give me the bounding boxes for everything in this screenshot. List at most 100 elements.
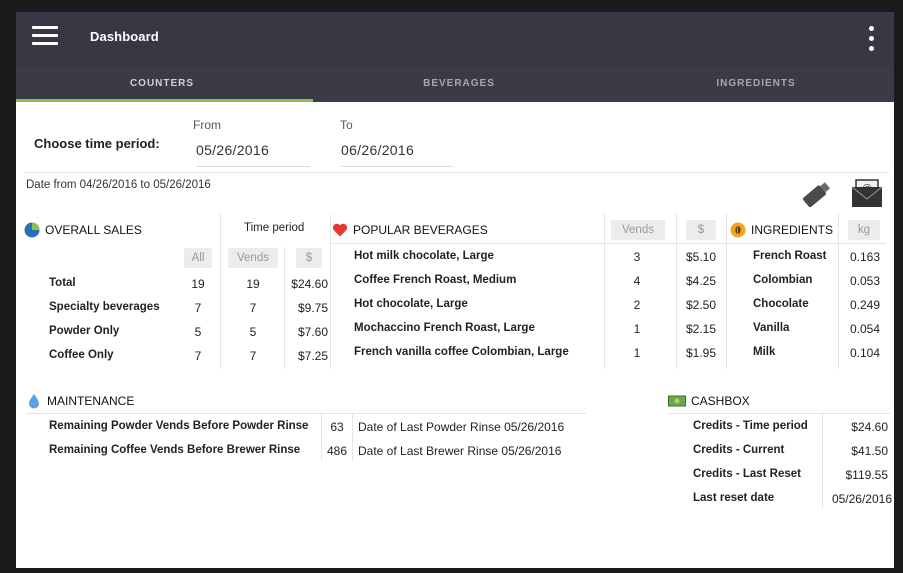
beverage-name: Hot chocolate, Large [354, 298, 468, 310]
tab-bar: COUNTERS BEVERAGES INGREDIENTS [16, 66, 894, 102]
cashbox-label: Credits - Current [693, 444, 785, 456]
ingredient-kg: 0.054 [849, 322, 880, 336]
to-label: To [340, 118, 353, 132]
to-date-field[interactable]: 06/26/2016 [341, 142, 453, 167]
svg-text:@: @ [863, 183, 872, 193]
maintenance-date: Date of Last Powder Rinse 05/26/2016 [358, 420, 565, 434]
maintenance-title: MAINTENANCE [47, 394, 135, 408]
ingredient-kg: 0.053 [849, 274, 880, 288]
maintenance-header: MAINTENANCE [26, 393, 134, 409]
col-vends-chip: Vends [228, 248, 278, 268]
row-label: Powder Only [49, 325, 120, 337]
col-dollar-chip: $ [296, 248, 322, 268]
cashbox-title: CASHBOX [691, 394, 750, 408]
row-all: 7 [194, 301, 202, 315]
ingredient-name: Vanilla [753, 322, 790, 334]
beverage-amount: $5.10 [685, 250, 716, 264]
beverage-name: Hot milk chocolate, Large [354, 250, 494, 262]
more-options-icon[interactable] [868, 26, 876, 52]
row-label: Specialty beverages [49, 301, 160, 313]
divider [726, 243, 886, 244]
email-report-icon[interactable]: @ [850, 177, 884, 209]
row-all: 19 [191, 277, 205, 291]
popular-beverages-title: POPULAR BEVERAGES [353, 223, 488, 237]
column-divider [330, 214, 331, 369]
popular-beverages-header: POPULAR BEVERAGES [332, 222, 488, 238]
divider [26, 413, 586, 414]
app-bar: Dashboard [16, 12, 894, 66]
ingredient-kg: 0.104 [849, 346, 880, 360]
maintenance-label: Remaining Powder Vends Before Powder Rin… [49, 420, 309, 432]
column-divider [726, 214, 727, 369]
beverage-vends: 3 [633, 250, 641, 264]
column-divider [604, 214, 605, 369]
maintenance-value: 486 [326, 444, 348, 458]
maintenance-date: Date of Last Brewer Rinse 05/26/2016 [358, 444, 562, 458]
col-vends-chip: Vends [611, 220, 665, 240]
beverage-name: French vanilla coffee Colombian, Large [354, 346, 569, 358]
row-amount: $7.60 [297, 325, 328, 339]
row-vends: 19 [246, 277, 260, 291]
cashbox-value: 05/26/2016 [831, 492, 892, 506]
row-label: Coffee Only [49, 349, 114, 361]
cashbox-header: CASHBOX [668, 394, 750, 408]
maintenance-value: 63 [330, 420, 344, 434]
overall-sales-header: OVERALL SALES [24, 222, 142, 238]
maintenance-label: Remaining Coffee Vends Before Brewer Rin… [49, 444, 301, 456]
tab-counters[interactable]: COUNTERS [16, 66, 308, 102]
beverage-name: Mochaccino French Roast, Large [354, 322, 535, 334]
beverage-name: Coffee French Roast, Medium [354, 274, 517, 286]
time-period-header: Time period [244, 222, 305, 234]
divider [332, 243, 726, 244]
from-date-field[interactable]: 05/26/2016 [196, 142, 310, 167]
beverage-vends: 1 [633, 346, 641, 360]
from-label: From [193, 118, 221, 132]
app-title: Dashboard [90, 29, 159, 44]
coffee-bean-icon [730, 222, 746, 238]
cashbox-value: $41.50 [851, 444, 888, 458]
tab-ingredients[interactable]: INGREDIENTS [610, 66, 894, 102]
col-all-chip: All [184, 248, 212, 268]
dashboard-screen: Dashboard COUNTERS BEVERAGES INGREDIENTS… [16, 12, 894, 568]
divider [668, 413, 890, 414]
row-amount: $24.60 [291, 277, 328, 291]
column-divider [321, 413, 322, 461]
cashbox-value: $24.60 [851, 420, 888, 434]
cashbox-value: $119.55 [845, 468, 889, 482]
cash-icon [668, 395, 686, 407]
pie-chart-icon [24, 222, 40, 238]
ingredient-name: Colombian [753, 274, 813, 286]
overall-sales-title: OVERALL SALES [45, 223, 142, 237]
hamburger-menu-icon[interactable] [32, 26, 58, 48]
beverage-vends: 1 [633, 322, 641, 336]
ingredient-kg: 0.163 [849, 250, 880, 264]
divider [24, 172, 889, 173]
row-all: 5 [194, 325, 202, 339]
row-label: Total [49, 277, 76, 289]
ingredients-header: INGREDIENTS [730, 222, 833, 238]
ingredient-name: French Roast [753, 250, 827, 262]
cashbox-label: Last reset date [693, 492, 775, 504]
cashbox-label: Credits - Last Reset [693, 468, 802, 480]
cashbox-label: Credits - Time period [693, 420, 808, 432]
tab-beverages[interactable]: BEVERAGES [313, 66, 605, 102]
ingredients-title: INGREDIENTS [751, 223, 834, 237]
row-all: 7 [194, 349, 202, 363]
ingredient-name: Milk [753, 346, 776, 358]
beverage-amount: $4.25 [685, 274, 716, 288]
beverage-vends: 4 [633, 274, 641, 288]
ingredient-name: Chocolate [753, 298, 809, 310]
beverage-amount: $2.50 [685, 298, 716, 312]
column-divider [220, 214, 221, 369]
usb-export-icon[interactable] [799, 180, 833, 210]
active-tab-indicator [16, 99, 313, 102]
choose-time-period-label: Choose time period: [34, 136, 160, 151]
row-vends: 7 [249, 301, 257, 315]
col-kg-chip: kg [848, 220, 880, 240]
row-vends: 7 [249, 349, 257, 363]
column-divider [352, 413, 353, 461]
col-dollar-chip: $ [686, 220, 716, 240]
heart-icon [332, 223, 348, 237]
row-vends: 5 [249, 325, 257, 339]
row-amount: $7.25 [297, 349, 328, 363]
